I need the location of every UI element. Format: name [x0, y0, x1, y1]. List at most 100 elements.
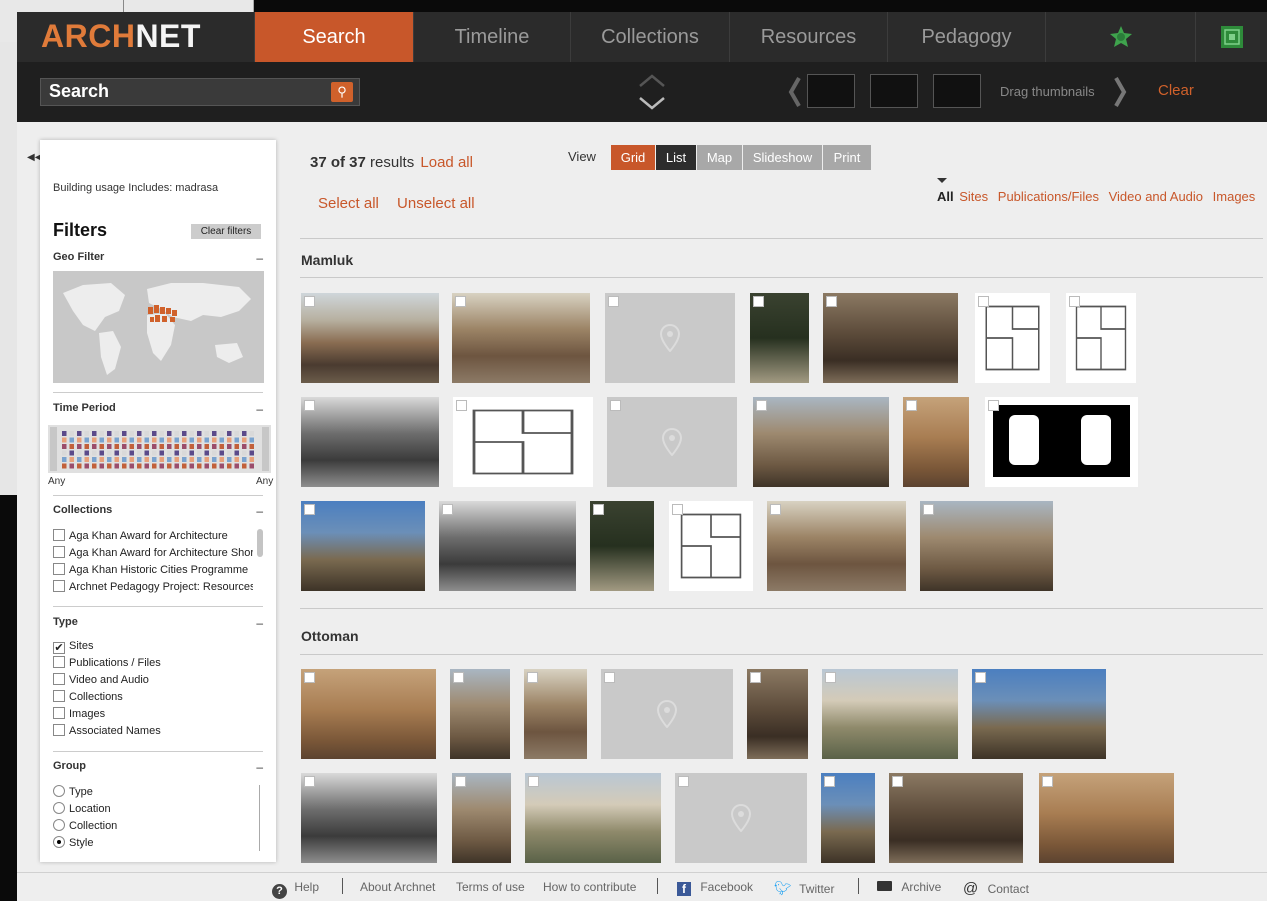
result-thumbnail[interactable]	[753, 397, 889, 487]
group-option[interactable]: Collection	[53, 818, 263, 835]
select-checkbox[interactable]	[753, 296, 764, 307]
select-checkbox[interactable]	[978, 296, 989, 307]
result-thumbnail[interactable]	[301, 293, 439, 383]
checkbox[interactable]	[53, 656, 65, 668]
select-checkbox[interactable]	[770, 504, 781, 515]
type-option-sites[interactable]: ✔ Sites	[53, 638, 263, 655]
result-thumbnail[interactable]	[450, 669, 510, 759]
group-option-style[interactable]: Style	[53, 835, 263, 852]
result-thumbnail[interactable]	[1066, 293, 1136, 383]
checkbox[interactable]	[53, 546, 65, 558]
help-link[interactable]: ? Help	[272, 880, 319, 899]
clear-thumbnails-link[interactable]: Clear	[1158, 82, 1194, 99]
type-option[interactable]: Video and Audio	[53, 672, 263, 689]
select-checkbox[interactable]	[455, 776, 466, 787]
collapse-geo-icon[interactable]: –	[256, 251, 263, 265]
filter-sites-link[interactable]: Sites	[959, 189, 988, 204]
checkbox[interactable]	[53, 563, 65, 575]
thumbnail-slot[interactable]	[933, 74, 981, 108]
checkbox[interactable]	[53, 690, 65, 702]
select-checkbox[interactable]	[756, 400, 767, 411]
filter-publications-link[interactable]: Publications/Files	[998, 189, 1099, 204]
select-checkbox[interactable]	[455, 296, 466, 307]
select-checkbox[interactable]	[1042, 776, 1053, 787]
select-checkbox[interactable]	[527, 672, 538, 683]
clear-filters-button[interactable]: Clear filters	[191, 224, 261, 239]
select-checkbox[interactable]	[604, 672, 615, 683]
radio[interactable]	[53, 802, 65, 814]
result-placeholder-thumbnail[interactable]	[605, 293, 735, 383]
search-input[interactable]: Search	[40, 78, 360, 106]
tab-resources[interactable]: Resources	[729, 12, 887, 62]
select-checkbox[interactable]	[304, 776, 315, 787]
select-checkbox[interactable]	[906, 400, 917, 411]
select-checkbox[interactable]	[442, 504, 453, 515]
result-thumbnail[interactable]	[985, 397, 1138, 487]
filter-all[interactable]: All	[937, 189, 954, 204]
select-checkbox[interactable]	[304, 400, 315, 411]
checkbox[interactable]	[53, 529, 65, 541]
select-checkbox[interactable]	[750, 672, 761, 683]
result-thumbnail[interactable]	[889, 773, 1023, 863]
grid-pattern-icon[interactable]	[1220, 25, 1244, 49]
radio-selected[interactable]	[53, 836, 65, 848]
result-thumbnail[interactable]	[590, 501, 654, 591]
collection-option[interactable]: Aga Khan Award for Architecture Shortli	[53, 545, 253, 562]
type-option[interactable]: Publications / Files	[53, 655, 263, 672]
select-checkbox[interactable]	[304, 504, 315, 515]
view-slideshow-button[interactable]: Slideshow	[743, 145, 822, 170]
checkbox[interactable]	[53, 707, 65, 719]
checkbox-checked[interactable]: ✔	[53, 642, 65, 654]
collapse-group-icon[interactable]: –	[256, 760, 263, 774]
result-thumbnail[interactable]	[452, 773, 511, 863]
unselect-all-link[interactable]: Unselect all	[397, 195, 475, 212]
expand-toggle-icon[interactable]	[637, 70, 667, 114]
collapse-time-icon[interactable]: –	[256, 402, 263, 416]
time-period-slider[interactable]	[48, 425, 271, 473]
contribute-link[interactable]: How to contribute	[543, 880, 636, 894]
result-thumbnail[interactable]	[750, 293, 809, 383]
contact-link[interactable]: @ Contact	[963, 880, 1029, 897]
result-thumbnail[interactable]	[439, 501, 576, 591]
result-thumbnail[interactable]	[823, 293, 958, 383]
collection-option[interactable]: Archnet Pedagogy Project: Resources fo	[53, 579, 253, 596]
result-thumbnail[interactable]	[1039, 773, 1174, 863]
checkbox[interactable]	[53, 673, 65, 685]
result-thumbnail[interactable]	[301, 669, 436, 759]
result-thumbnail[interactable]	[747, 669, 808, 759]
result-thumbnail[interactable]	[903, 397, 969, 487]
result-thumbnail[interactable]	[975, 293, 1050, 383]
select-checkbox[interactable]	[610, 400, 621, 411]
result-thumbnail[interactable]	[525, 773, 661, 863]
select-checkbox[interactable]	[453, 672, 464, 683]
facebook-link[interactable]: f Facebook	[677, 880, 753, 896]
result-thumbnail[interactable]	[821, 773, 875, 863]
result-thumbnail[interactable]	[524, 669, 587, 759]
group-option[interactable]: Location	[53, 801, 263, 818]
select-checkbox[interactable]	[824, 776, 835, 787]
select-checkbox[interactable]	[988, 400, 999, 411]
result-placeholder-thumbnail[interactable]	[601, 669, 733, 759]
group-option[interactable]: Type	[53, 784, 263, 801]
thumbs-next-icon[interactable]	[1113, 76, 1127, 108]
select-checkbox[interactable]	[975, 672, 986, 683]
type-option[interactable]: Collections	[53, 689, 263, 706]
result-thumbnail[interactable]	[767, 501, 906, 591]
collapse-type-icon[interactable]: –	[256, 616, 263, 630]
result-thumbnail[interactable]	[453, 397, 593, 487]
result-placeholder-thumbnail[interactable]	[607, 397, 737, 487]
filter-video-link[interactable]: Video and Audio	[1109, 189, 1203, 204]
select-checkbox[interactable]	[528, 776, 539, 787]
select-checkbox[interactable]	[304, 296, 315, 307]
group-scrollbar[interactable]	[259, 785, 260, 851]
collection-option[interactable]: Aga Khan Award for Architecture	[53, 528, 253, 545]
result-thumbnail[interactable]	[669, 501, 753, 591]
result-thumbnail[interactable]	[301, 501, 425, 591]
thumbs-prev-icon[interactable]	[788, 76, 802, 108]
checkbox[interactable]	[53, 580, 65, 592]
select-checkbox[interactable]	[825, 672, 836, 683]
select-checkbox[interactable]	[304, 672, 315, 683]
select-checkbox[interactable]	[593, 504, 604, 515]
select-checkbox[interactable]	[826, 296, 837, 307]
result-thumbnail[interactable]	[452, 293, 590, 383]
